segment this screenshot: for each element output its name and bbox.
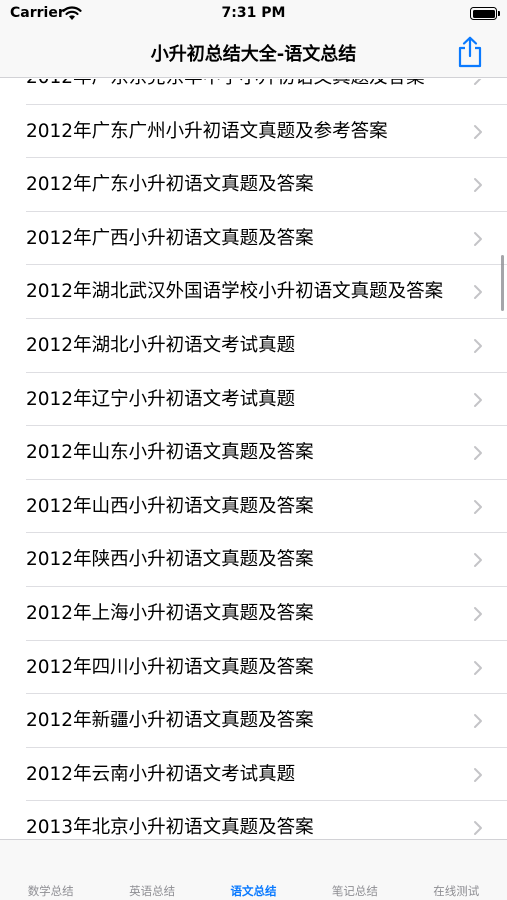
chevron-right-icon [474, 767, 482, 782]
chevron-right-icon [474, 79, 482, 85]
list-item[interactable]: 2012年湖北小升初语文考试真题 [26, 319, 507, 373]
chevron-right-icon [474, 285, 482, 300]
list-item-title: 2012年云南小升初语文考试真题 [26, 763, 296, 785]
document-list[interactable]: 2012年广东东莞东华中学小升初语文真题及答案 2012年广东广州小升初语文真题及… [0, 79, 507, 839]
list-item-title: 2012年辽宁小升初语文考试真题 [26, 388, 296, 410]
list-item[interactable]: 2013年北京小升初语文真题及答案 [26, 801, 507, 839]
list-item[interactable]: 2012年广东小升初语文真题及答案 [26, 158, 507, 212]
list-item-title: 2012年陕西小升初语文真题及答案 [26, 549, 314, 571]
chevron-right-icon [474, 606, 482, 621]
list-item[interactable]: 2012年云南小升初语文考试真题 [26, 748, 507, 802]
chevron-right-icon [474, 499, 482, 514]
battery-icon [470, 7, 500, 20]
tab-label: 在线测试 [433, 884, 480, 898]
list-item-title: 2012年广东广州小升初语文真题及参考答案 [26, 120, 388, 142]
list-item-title: 2012年山东小升初语文真题及答案 [26, 442, 314, 464]
navigation-bar: 小升初总结大全-语文总结 [0, 28, 507, 78]
chevron-right-icon [474, 446, 482, 461]
tab-label: 英语总结 [129, 884, 176, 898]
tab-math-summary[interactable]: 数学总结 [0, 840, 101, 900]
list-item[interactable]: 2012年山西小升初语文真题及答案 [26, 480, 507, 534]
tab-english-summary[interactable]: 英语总结 [101, 840, 202, 900]
chevron-right-icon [474, 660, 482, 675]
tab-notes-summary[interactable]: 笔记总结 [304, 840, 405, 900]
list-item[interactable]: 2012年陕西小升初语文真题及答案 [26, 533, 507, 587]
chevron-right-icon [474, 338, 482, 353]
scroll-indicator[interactable] [501, 255, 504, 311]
tab-label: 数学总结 [27, 884, 74, 898]
list-item[interactable]: 2012年广东广州小升初语文真题及参考答案 [26, 105, 507, 159]
list-item-title: 2012年湖北小升初语文考试真题 [26, 334, 296, 356]
list-item[interactable]: 2012年山东小升初语文真题及答案 [26, 426, 507, 480]
list-item[interactable]: 2012年四川小升初语文真题及答案 [26, 641, 507, 695]
tab-online-test[interactable]: 在线测试 [406, 840, 507, 900]
list-item[interactable]: 2012年上海小升初语文真题及答案 [26, 587, 507, 641]
list-item-title: 2012年广西小升初语文真题及答案 [26, 227, 314, 249]
list-item[interactable]: 2012年广西小升初语文真题及答案 [26, 212, 507, 266]
share-icon[interactable] [455, 36, 485, 68]
list-item-title: 2012年四川小升初语文真题及答案 [26, 656, 314, 678]
chevron-right-icon [474, 714, 482, 729]
list-item-title: 2012年广东东莞东华中学小升初语文真题及答案 [26, 79, 456, 104]
list-item[interactable]: 2012年新疆小升初语文真题及答案 [26, 694, 507, 748]
tab-label: 笔记总结 [331, 884, 378, 898]
list-item-title: 2012年广东小升初语文真题及答案 [26, 174, 314, 196]
chevron-right-icon [474, 392, 482, 407]
tab-label: 语文总结 [230, 884, 277, 898]
list-item[interactable]: 2012年湖北武汉外国语学校小升初语文真题及答案 [26, 265, 507, 319]
status-bar: Carrier 7:31 PM [0, 0, 507, 28]
page-title: 小升初总结大全-语文总结 [150, 44, 357, 65]
chevron-right-icon [474, 231, 482, 246]
list-item-title: 2013年北京小升初语文真题及答案 [26, 817, 314, 839]
chevron-right-icon [474, 553, 482, 568]
tab-chinese-summary[interactable]: 语文总结 [203, 840, 304, 900]
list-item[interactable]: 2012年辽宁小升初语文考试真题 [26, 373, 507, 427]
chevron-right-icon [474, 821, 482, 836]
tab-bar: 数学总结 英语总结 语文总结 笔记总结 在线测试 [0, 839, 507, 900]
status-time: 7:31 PM [221, 5, 286, 21]
list-item-title: 2012年上海小升初语文真题及答案 [26, 602, 314, 624]
list-item[interactable]: 2012年广东东莞东华中学小升初语文真题及答案 [26, 79, 507, 105]
chevron-right-icon [474, 124, 482, 139]
list-item-title: 2012年湖北武汉外国语学校小升初语文真题及答案 [26, 281, 444, 303]
list-item-title: 2012年山西小升初语文真题及答案 [26, 495, 314, 517]
list-item-title: 2012年新疆小升初语文真题及答案 [26, 710, 314, 732]
chevron-right-icon [474, 178, 482, 193]
